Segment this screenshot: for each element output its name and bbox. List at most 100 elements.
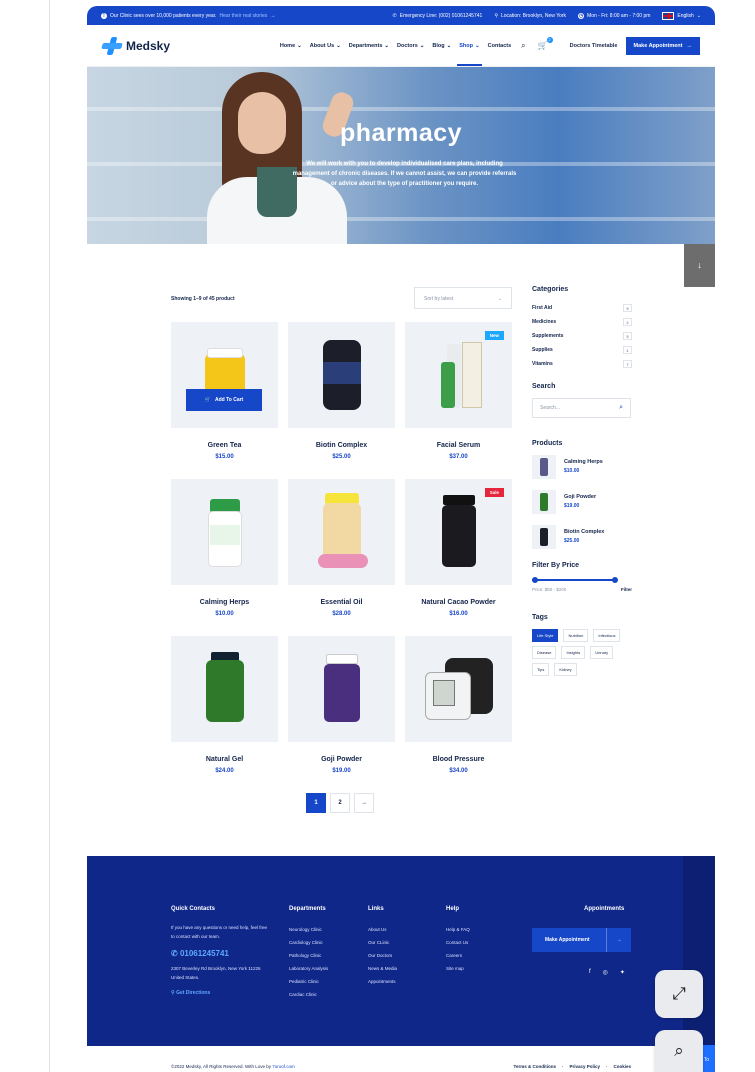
product-name[interactable]: Natural Cacao Powder <box>405 599 512 606</box>
add-to-cart-button[interactable]: 🛒 Add To Cart <box>186 389 262 411</box>
nav-shop[interactable]: Shop ⌄ <box>457 43 483 66</box>
terms-link[interactable]: Terms & Conditions <box>514 1064 556 1072</box>
notice-link[interactable]: Hear their real stories <box>219 13 267 19</box>
get-directions-link[interactable]: ⚲ Get Directions <box>171 990 271 996</box>
expand-icon[interactable]: ⤢ <box>655 970 703 1018</box>
footer-link[interactable]: Site map <box>446 962 470 975</box>
ai-search-icon[interactable]: ⌕ <box>655 1030 703 1072</box>
next-page-button[interactable]: → <box>354 793 374 813</box>
nav-contacts[interactable]: Contacts <box>488 43 512 49</box>
tag[interactable]: Urinary <box>590 646 614 659</box>
nav-blog[interactable]: Blog ⌄ <box>432 43 451 49</box>
product-card[interactable]: Essential Oil $28.00 <box>288 479 395 617</box>
product-image[interactable] <box>171 479 278 585</box>
product-image[interactable] <box>405 636 512 742</box>
footer-link[interactable]: Neurology Clinic <box>289 923 328 936</box>
footer-phone[interactable]: ✆ 01061245741 <box>171 949 271 958</box>
cart-icon[interactable]: 🛒 2 <box>538 37 553 50</box>
sidebar-product-name[interactable]: Goji Powder <box>564 494 596 500</box>
privacy-link[interactable]: Privacy Policy <box>569 1064 600 1072</box>
twitter-icon[interactable]: ✦ <box>620 969 625 976</box>
product-image[interactable] <box>288 636 395 742</box>
filter-button[interactable]: Filter <box>621 587 632 592</box>
sidebar-product[interactable]: Biotin Complex $25.00 <box>532 519 632 554</box>
tag[interactable]: Disease <box>532 646 557 659</box>
category-item[interactable]: Vitamins 7 <box>532 357 632 371</box>
page-1[interactable]: 1 <box>306 793 326 813</box>
product-name[interactable]: Essential Oil <box>288 599 395 606</box>
category-item[interactable]: Supplies 1 <box>532 343 632 357</box>
sidebar-product-name[interactable]: Calming Herps <box>564 459 603 465</box>
tag[interactable]: Life Style <box>532 629 559 642</box>
product-card[interactable]: Sale Natural Cacao Powder $16.00 <box>405 479 512 617</box>
product-name[interactable]: Blood Pressure <box>405 756 512 763</box>
doctors-timetable-link[interactable]: Doctors Timetable <box>570 43 618 49</box>
product-card[interactable]: Calming Herps $10.00 <box>171 479 278 617</box>
footer-link[interactable]: Cardiology Clinic <box>289 936 328 949</box>
product-card[interactable]: New Facial Serum $37.00 <box>405 322 512 460</box>
product-thumb[interactable] <box>532 454 556 479</box>
footer-link[interactable]: Our Doctors <box>368 949 397 962</box>
product-card[interactable]: Goji Powder $19.00 <box>288 636 395 774</box>
sidebar-product-name[interactable]: Biotin Complex <box>564 529 604 535</box>
product-name[interactable]: Facial Serum <box>405 442 512 449</box>
footer-link[interactable]: Appointments <box>368 975 397 988</box>
tag[interactable]: Nutrition <box>563 629 589 642</box>
footer-link[interactable]: News & Media <box>368 962 397 975</box>
cookies-link[interactable]: Cookies <box>613 1064 631 1072</box>
product-card[interactable]: Biotin Complex $25.00 <box>288 322 395 460</box>
slider-max-handle[interactable] <box>612 577 618 583</box>
product-name[interactable]: Natural Gel <box>171 756 278 763</box>
tag[interactable]: Kidney <box>554 663 577 676</box>
scroll-down-icon[interactable]: ↓ <box>684 244 715 287</box>
footer-link[interactable]: Careers <box>446 949 470 962</box>
footer-link[interactable]: Help & FAQ <box>446 923 470 936</box>
slider-min-handle[interactable] <box>532 577 538 583</box>
language-select[interactable]: English ⌄ <box>662 11 701 20</box>
sidebar-product[interactable]: Calming Herps $10.00 <box>532 449 632 484</box>
tag[interactable]: Insights <box>561 646 586 659</box>
footer-link[interactable]: Pathology Clinic <box>289 949 328 962</box>
product-image[interactable]: New <box>405 322 512 428</box>
product-name[interactable]: Biotin Complex <box>288 442 395 449</box>
product-name[interactable]: Goji Powder <box>288 756 395 763</box>
product-card[interactable]: Natural Gel $24.00 <box>171 636 278 774</box>
product-name[interactable]: Green Tea <box>171 442 278 449</box>
category-item[interactable]: Medicines 2 <box>532 315 632 329</box>
search-icon[interactable]: ⌕ <box>619 404 623 412</box>
footer-link[interactable]: Cardiac Clinic <box>289 988 328 1001</box>
footer-link[interactable]: Laboratory Analysis <box>289 962 328 975</box>
nav-departments[interactable]: Departments ⌄ <box>349 43 389 49</box>
footer-link[interactable]: Our CLinic <box>368 936 397 949</box>
product-card[interactable]: Blood Pressure $34.00 <box>405 636 512 774</box>
product-image[interactable]: Sale <box>405 479 512 585</box>
search-icon[interactable]: ⌕ <box>521 41 525 51</box>
author-link[interactable]: 7oroof.com <box>272 1064 295 1069</box>
instagram-icon[interactable]: ◎ <box>603 969 608 976</box>
sidebar-search-input[interactable]: Search... ⌕ <box>532 398 631 418</box>
footer-appointment-button[interactable]: Make Appointment → <box>532 928 631 952</box>
product-image[interactable] <box>288 479 395 585</box>
category-item[interactable]: Supplements 5 <box>532 329 632 343</box>
product-image[interactable] <box>288 322 395 428</box>
tag[interactable]: Tips <box>532 663 550 676</box>
product-image[interactable] <box>171 636 278 742</box>
category-item[interactable]: First Aid 9 <box>532 301 632 315</box>
page-2[interactable]: 2 <box>330 793 350 813</box>
nav-doctors[interactable]: Doctors ⌄ <box>397 43 424 49</box>
footer-link[interactable]: Contact Us <box>446 936 470 949</box>
make-appointment-button[interactable]: Make Appointment → <box>625 36 700 55</box>
footer-link[interactable]: About Us <box>368 923 397 936</box>
footer-link[interactable]: Pediatric Clinic <box>289 975 328 988</box>
product-name[interactable]: Calming Herps <box>171 599 278 606</box>
product-thumb[interactable] <box>532 489 556 514</box>
sort-select[interactable]: Sort by latest ⌄ <box>414 287 512 309</box>
sidebar-product[interactable]: Goji Powder $19.00 <box>532 484 632 519</box>
nav-home[interactable]: Home ⌄ <box>280 43 302 49</box>
price-slider[interactable] <box>532 575 632 585</box>
nav-about[interactable]: About Us ⌄ <box>310 43 341 49</box>
facebook-icon[interactable]: f <box>589 969 591 976</box>
product-image[interactable]: 🛒 Add To Cart <box>171 322 278 428</box>
brand-logo[interactable]: Medsky <box>101 36 170 55</box>
emergency-line[interactable]: ✆ Emergency Line: (002) 01061245741 <box>393 13 483 19</box>
